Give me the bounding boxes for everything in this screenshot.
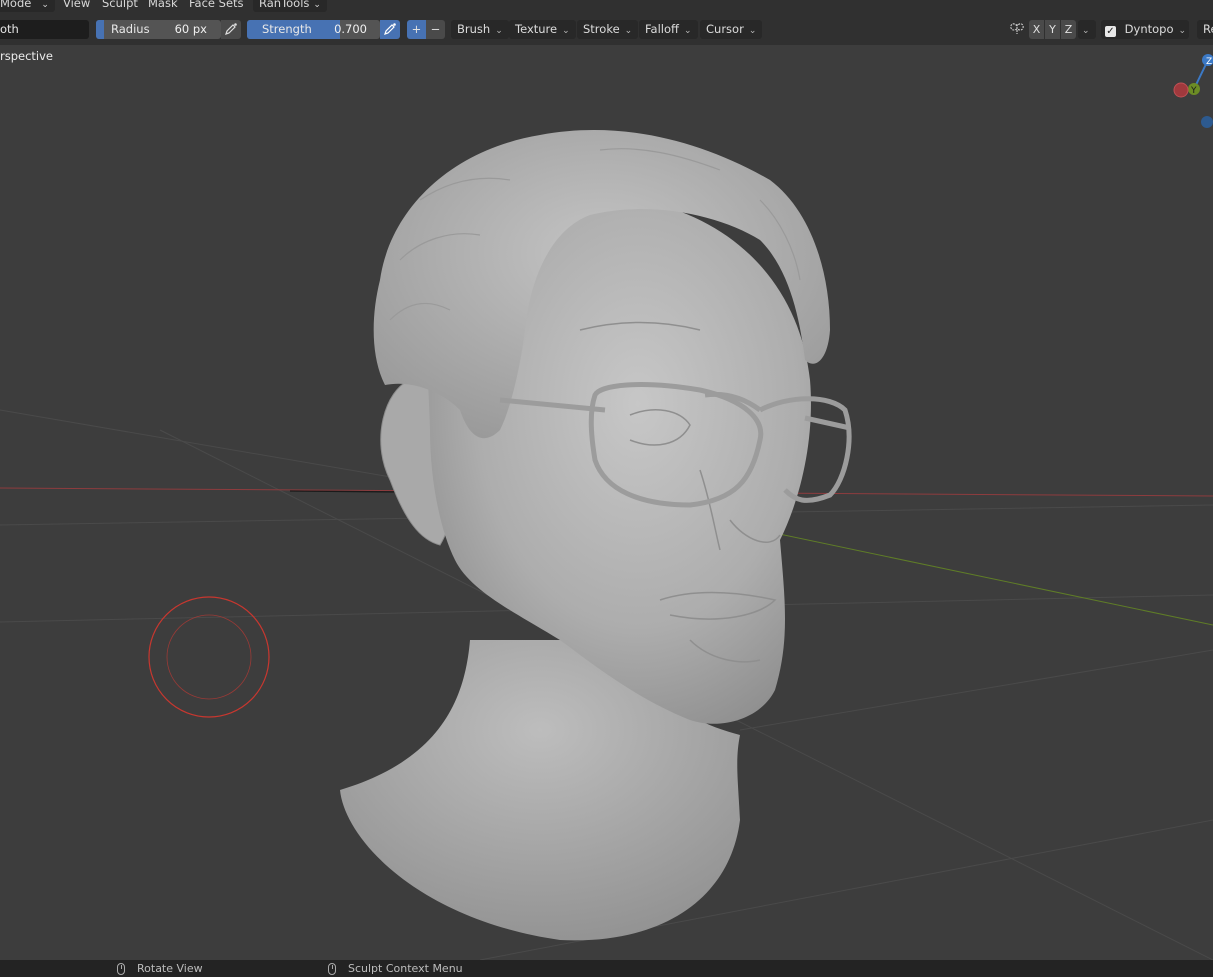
status-item-rotate-view: Rotate View: [117, 962, 203, 976]
status-item-context-menu: Sculpt Context Menu: [328, 962, 463, 976]
chevron-down-icon: ⌄: [41, 0, 49, 10]
chevron-down-icon: ⌄: [1178, 26, 1187, 36]
chevron-down-icon: ⌄: [748, 26, 757, 36]
menu-face-sets[interactable]: Face Sets: [189, 0, 244, 12]
remesh-label: Re: [1203, 22, 1213, 36]
viewport-canvas[interactable]: Z Y: [0, 45, 1213, 960]
symmetry-x-label: X: [1032, 23, 1041, 36]
symmetry-y-button[interactable]: Y: [1045, 20, 1060, 39]
navigation-gizmo[interactable]: Z Y: [1173, 54, 1213, 128]
menu-mask[interactable]: Mask: [148, 0, 178, 12]
status-bar: Rotate View Sculpt Context Menu: [0, 960, 1213, 977]
strength-label: Strength: [262, 22, 312, 36]
menu-view[interactable]: View: [63, 0, 90, 12]
radius-label: Radius: [111, 22, 150, 36]
brush-menu-label: Brush: [457, 22, 491, 36]
gizmo-y-label: Y: [1190, 86, 1197, 96]
strength-slider[interactable]: Strength 0.700: [247, 20, 380, 39]
status-context-menu-label: Sculpt Context Menu: [348, 962, 463, 975]
y-axis-line: [759, 529, 1213, 626]
gizmo-z-label: Z: [1206, 57, 1212, 67]
radius-slider-fill: [96, 20, 104, 39]
radius-slider[interactable]: Radius 60 px: [96, 20, 221, 39]
symmetry-z-label: Z: [1064, 23, 1073, 36]
radius-pressure-toggle[interactable]: [221, 20, 241, 39]
butterfly-symmetry-icon: [1010, 23, 1024, 34]
header-menubar: Mode ⌄ View Sculpt Mask Face Sets RanTool…: [0, 0, 1213, 12]
cursor-menu[interactable]: Cursor ⌄: [700, 20, 763, 39]
symmetry-mirror-toggle[interactable]: [1008, 20, 1028, 39]
remesh-menu[interactable]: Re: [1197, 20, 1213, 39]
status-rotate-view-label: Rotate View: [137, 962, 203, 975]
addon-menu-rantools[interactable]: RanTools ⌄: [253, 0, 327, 12]
strength-pressure-toggle[interactable]: [380, 20, 400, 39]
mode-label: Mode: [0, 0, 32, 10]
3d-viewport[interactable]: Z Y rspective: [0, 45, 1213, 960]
strength-value: 0.700: [334, 22, 367, 36]
addon-label: RanTools: [259, 0, 310, 10]
symmetry-z-button[interactable]: Z: [1061, 20, 1076, 39]
menu-sculpt[interactable]: Sculpt: [102, 0, 138, 12]
chevron-down-icon: ⌄: [683, 26, 692, 36]
gizmo-x-icon[interactable]: [1173, 82, 1189, 98]
symmetry-y-label: Y: [1049, 23, 1056, 36]
brush-inner-cursor: [166, 614, 252, 700]
chevron-down-icon: ⌄: [495, 26, 503, 36]
viewport-perspective-label: rspective: [0, 49, 54, 63]
dyntopo-panel[interactable]: ✓ Dyntopo ⌄: [1101, 20, 1189, 39]
cursor-menu-label: Cursor: [706, 22, 744, 36]
texture-menu[interactable]: Texture ⌄: [509, 20, 576, 39]
brush-menu[interactable]: Brush ⌄: [451, 20, 509, 39]
stroke-menu[interactable]: Stroke ⌄: [577, 20, 639, 39]
radius-value: 60 px: [174, 22, 207, 36]
falloff-menu[interactable]: Falloff ⌄: [639, 20, 698, 39]
chevron-down-icon: ⌄: [1082, 26, 1090, 36]
gizmo-neg-z-icon[interactable]: [1201, 116, 1213, 128]
pen-pressure-icon: [225, 23, 237, 35]
mouse-icon: [117, 963, 125, 975]
chevron-down-icon: ⌄: [624, 26, 633, 36]
direction-subtract-button[interactable]: −: [426, 20, 445, 39]
stroke-menu-label: Stroke: [583, 22, 620, 36]
texture-menu-label: Texture: [515, 22, 558, 36]
chevron-down-icon: ⌄: [562, 26, 570, 36]
minus-icon: −: [430, 22, 441, 36]
origin-shadow-line: [289, 490, 406, 493]
mouse-icon: [328, 963, 336, 975]
symmetry-options-dropdown[interactable]: ⌄: [1078, 20, 1096, 39]
direction-add-button[interactable]: +: [407, 20, 426, 39]
falloff-menu-label: Falloff: [645, 22, 679, 36]
pen-pressure-icon: [384, 23, 396, 35]
plus-icon: +: [411, 22, 422, 36]
mode-dropdown[interactable]: Mode ⌄: [0, 0, 55, 12]
tool-settings-bar: oth Radius 60 px Strength 0.700 + − Brus…: [0, 12, 1213, 45]
symmetry-x-button[interactable]: X: [1029, 20, 1044, 39]
brush-name-field[interactable]: oth: [0, 20, 89, 39]
dyntopo-label: Dyntopo: [1124, 22, 1174, 36]
chevron-down-icon: ⌄: [313, 0, 321, 10]
dyntopo-checkbox[interactable]: ✓: [1105, 26, 1116, 37]
brush-name: oth: [0, 22, 19, 36]
